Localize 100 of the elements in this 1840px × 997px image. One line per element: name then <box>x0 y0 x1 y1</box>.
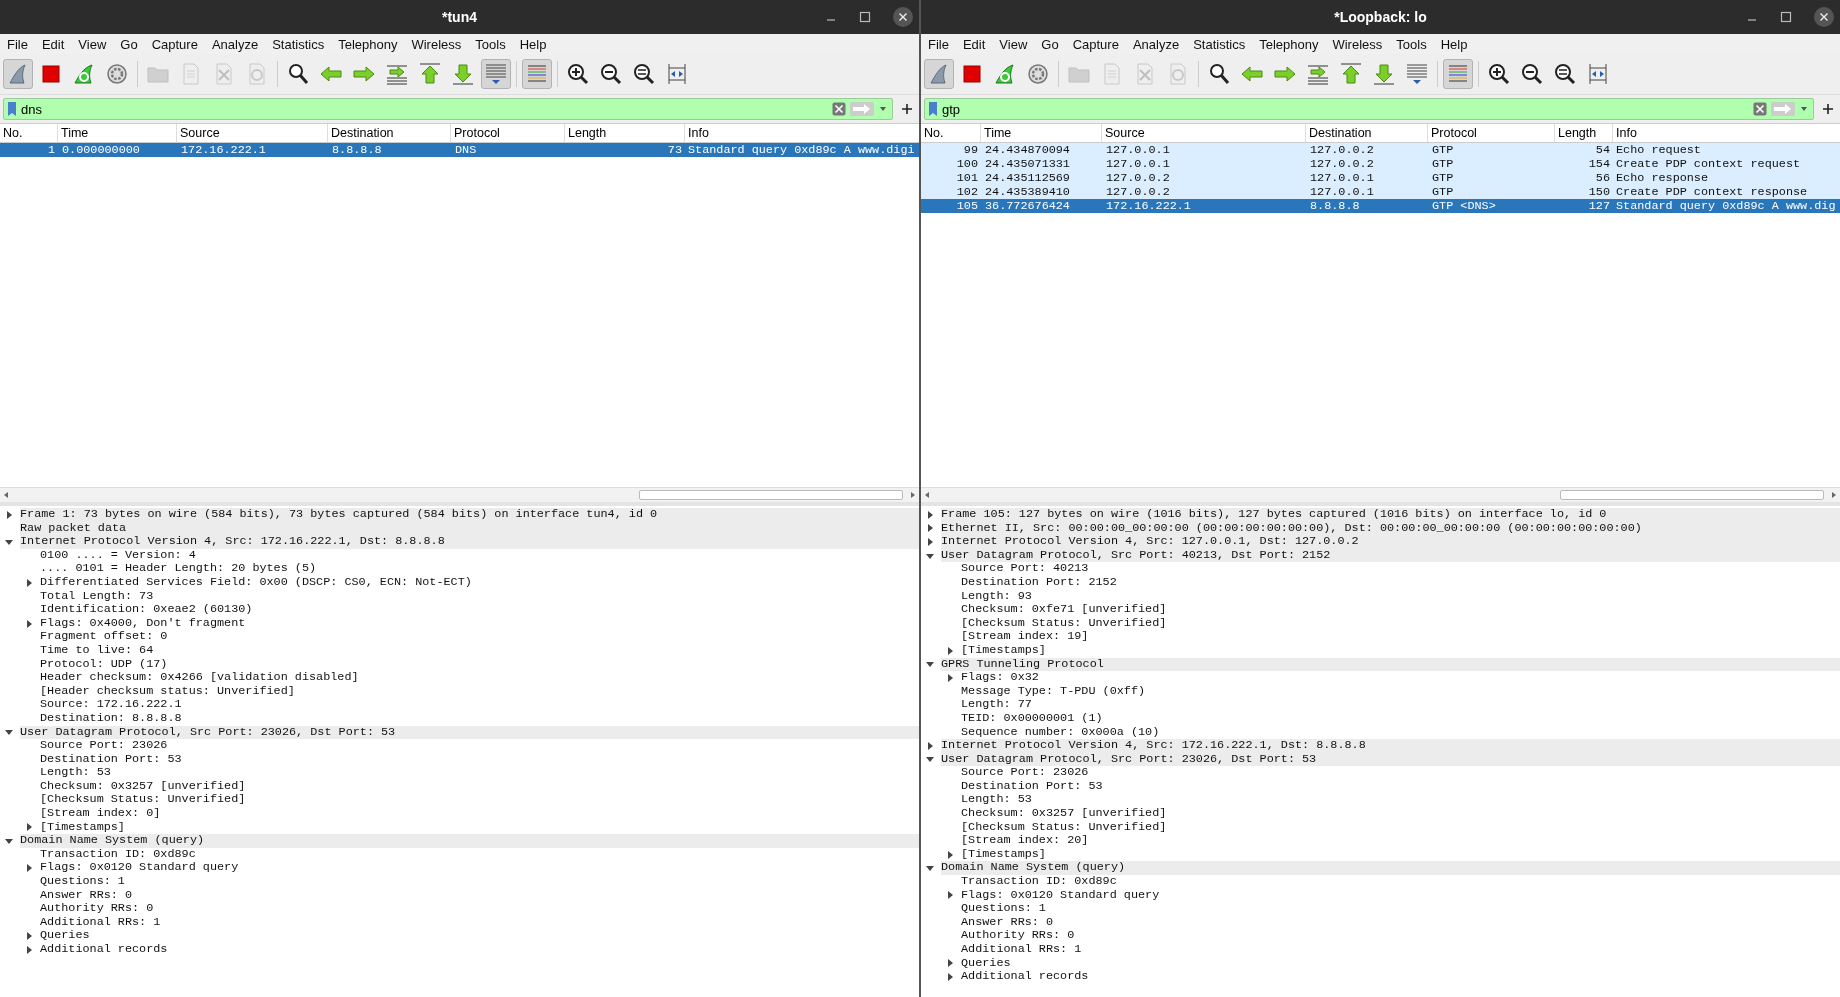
menu-item[interactable]: Help <box>519 36 547 52</box>
menu-item[interactable]: Go <box>120 36 138 52</box>
tree-item[interactable]: [Header checksum status: Unverified] <box>40 684 295 699</box>
column-header[interactable]: Time <box>58 124 177 142</box>
tree-item[interactable]: [Checksum Status: Unverified] <box>961 820 1167 835</box>
menu-item[interactable]: Capture <box>1072 36 1119 52</box>
column-header[interactable]: Destination <box>1306 124 1428 142</box>
column-header[interactable]: Protocol <box>451 124 565 142</box>
menu-item[interactable]: Wireless <box>1332 36 1383 52</box>
menu-item[interactable]: Statistics <box>1193 36 1246 52</box>
menu-item[interactable]: Edit <box>41 36 65 52</box>
scrollbar-thumb[interactable] <box>1559 490 1824 500</box>
tree-item[interactable]: Source: 172.16.222.1 <box>40 698 182 712</box>
clear-icon[interactable] <box>1753 102 1767 116</box>
disclosure-arrow-icon[interactable] <box>945 890 955 901</box>
tree-item[interactable]: Answer RRs: 0 <box>40 888 133 903</box>
tree-item[interactable]: Destination Port: 2152 <box>961 575 1117 590</box>
tree-item[interactable]: Fragment offset: 0 <box>40 630 168 644</box>
tree-item[interactable]: Answer RRs: 0 <box>961 915 1054 930</box>
packet-row[interactable]: 99 24.434870094 127.0.0.1 127.0.0.2 GTP 54 Echo request <box>921 143 1840 157</box>
tree-item[interactable]: Internet Protocol Version 4, Src: 172.16.222.1, Dst: 8.8.8.8 <box>20 535 919 549</box>
tree-item[interactable]: 0100 .... = Version: 4 <box>40 548 196 563</box>
column-header[interactable]: Source <box>177 124 328 142</box>
tree-item[interactable]: Authority RRs: 0 <box>961 929 1075 943</box>
tree-item[interactable]: [Checksum Status: Unverified] <box>961 616 1167 631</box>
close-icon[interactable] <box>893 7 913 27</box>
tree-item[interactable]: .... 0101 = Header Length: 20 bytes (5) <box>40 562 317 576</box>
maximize-icon[interactable] <box>1780 11 1792 23</box>
tree-item[interactable]: Destination Port: 53 <box>961 779 1103 794</box>
disclosure-arrow-icon[interactable] <box>945 672 955 683</box>
tree-item[interactable]: Transaction ID: 0xd89c <box>961 875 1117 889</box>
tree-item[interactable]: Time to live: 64 <box>40 643 154 658</box>
tree-item[interactable]: [Checksum Status: Unverified] <box>40 793 246 808</box>
bookmark-icon[interactable] <box>928 101 938 117</box>
display-filter-field[interactable]: gtp <box>924 98 1814 120</box>
tree-item[interactable]: Destination Port: 53 <box>40 752 182 767</box>
tree-item[interactable]: Length: 93 <box>961 589 1032 604</box>
tree-item[interactable]: TEID: 0x00000001 (1) <box>961 711 1103 726</box>
clear-icon[interactable] <box>832 102 846 116</box>
tree-item[interactable]: [Stream index: 20] <box>961 834 1089 848</box>
tree-item[interactable]: Authority RRs: 0 <box>40 902 154 916</box>
tree-item[interactable]: Questions: 1 <box>961 902 1046 916</box>
tree-item[interactable]: Message Type: T-PDU (0xff) <box>961 684 1146 699</box>
tree-item[interactable]: Additional RRs: 1 <box>40 915 161 930</box>
tree-item[interactable]: Identification: 0xeae2 (60130) <box>40 603 253 617</box>
tree-item[interactable]: Domain Name System (query) <box>941 861 1840 876</box>
scrollbar-thumb[interactable] <box>638 490 903 500</box>
tree-item[interactable]: Protocol: UDP (17) <box>40 657 168 672</box>
disclosure-arrow-icon[interactable] <box>925 740 935 751</box>
tree-item[interactable]: Source Port: 40213 <box>961 562 1089 576</box>
menu-item[interactable]: Telephony <box>1259 36 1319 52</box>
tree-item[interactable]: Additional records <box>40 943 168 957</box>
tree-item[interactable]: [Stream index: 0] <box>40 807 161 821</box>
tree-item[interactable]: Transaction ID: 0xd89c <box>40 847 196 862</box>
tree-item[interactable]: Frame 1: 73 bytes on wire (584 bits), 73 bytes captured (584 bits) on interface tun4, id 0 <box>20 508 919 522</box>
tree-item[interactable]: Flags: 0x32 <box>961 671 1039 685</box>
column-header[interactable]: No. <box>0 124 58 142</box>
menu-item[interactable]: Edit <box>962 36 986 52</box>
disclosure-arrow-icon[interactable] <box>24 618 34 629</box>
tree-item[interactable]: Flags: 0x4000, Don't fragment <box>40 616 246 631</box>
column-header[interactable]: Length <box>565 124 685 142</box>
tree-item[interactable]: Flags: 0x0120 Standard query <box>961 888 1160 903</box>
packet-row[interactable]: 100 24.435071331 127.0.0.1 127.0.0.2 GTP 154 Create PDP context request <box>921 157 1840 171</box>
column-header[interactable]: Info <box>685 124 919 142</box>
disclosure-arrow-icon[interactable] <box>4 537 14 547</box>
menu-item[interactable]: Analyze <box>1132 36 1180 52</box>
menu-item[interactable]: Tools <box>475 36 506 52</box>
dropdown-caret-icon[interactable] <box>878 105 888 113</box>
dropdown-caret-icon[interactable] <box>1799 105 1809 113</box>
bookmark-icon[interactable] <box>7 101 17 117</box>
add-icon[interactable] <box>901 103 913 115</box>
disclosure-arrow-icon[interactable] <box>24 931 34 942</box>
menu-item[interactable]: View <box>78 36 107 52</box>
tree-item[interactable]: [Timestamps] <box>40 820 125 835</box>
column-header[interactable]: Destination <box>328 124 451 142</box>
menu-item[interactable]: Go <box>1041 36 1059 52</box>
tree-item[interactable]: [Timestamps] <box>961 643 1046 658</box>
menu-item[interactable]: File <box>928 36 949 52</box>
tree-item[interactable]: [Stream index: 19] <box>961 630 1089 644</box>
add-icon[interactable] <box>1822 103 1834 115</box>
menu-item[interactable]: Capture <box>151 36 198 52</box>
tree-item[interactable]: Differentiated Services Field: 0x00 (DSCP: CS0, ECN: Not-ECT) <box>40 575 472 590</box>
disclosure-arrow-icon[interactable] <box>945 645 955 656</box>
tree-item[interactable]: Frame 105: 127 bytes on wire (1016 bits), 127 bytes captured (1016 bits) on interface lo, id 0 <box>941 508 1840 522</box>
column-header[interactable]: Source <box>1102 124 1306 142</box>
disclosure-arrow-icon[interactable] <box>945 958 955 969</box>
disclosure-arrow-icon[interactable] <box>24 944 34 955</box>
disclosure-arrow-icon[interactable] <box>925 537 935 547</box>
tree-item[interactable]: Destination: 8.8.8.8 <box>40 711 182 726</box>
menu-item[interactable]: Tools <box>1396 36 1427 52</box>
tree-item[interactable]: Queries <box>40 929 90 943</box>
packet-row[interactable]: 1 0.000000000 172.16.222.1 8.8.8.8 DNS 73 Standard query 0xd89c A www.digi <box>0 143 919 157</box>
tree-item[interactable]: GPRS Tunneling Protocol <box>941 657 1840 672</box>
maximize-icon[interactable] <box>859 11 871 23</box>
tree-item[interactable]: Total Length: 73 <box>40 589 154 604</box>
tree-item[interactable]: Additional RRs: 1 <box>961 943 1082 957</box>
packet-row[interactable]: 102 24.435389410 127.0.0.2 127.0.0.1 GTP 150 Create PDP context response <box>921 185 1840 199</box>
disclosure-arrow-icon[interactable] <box>24 822 34 833</box>
tree-item[interactable]: Queries <box>961 956 1011 971</box>
menu-item[interactable]: Statistics <box>272 36 325 52</box>
